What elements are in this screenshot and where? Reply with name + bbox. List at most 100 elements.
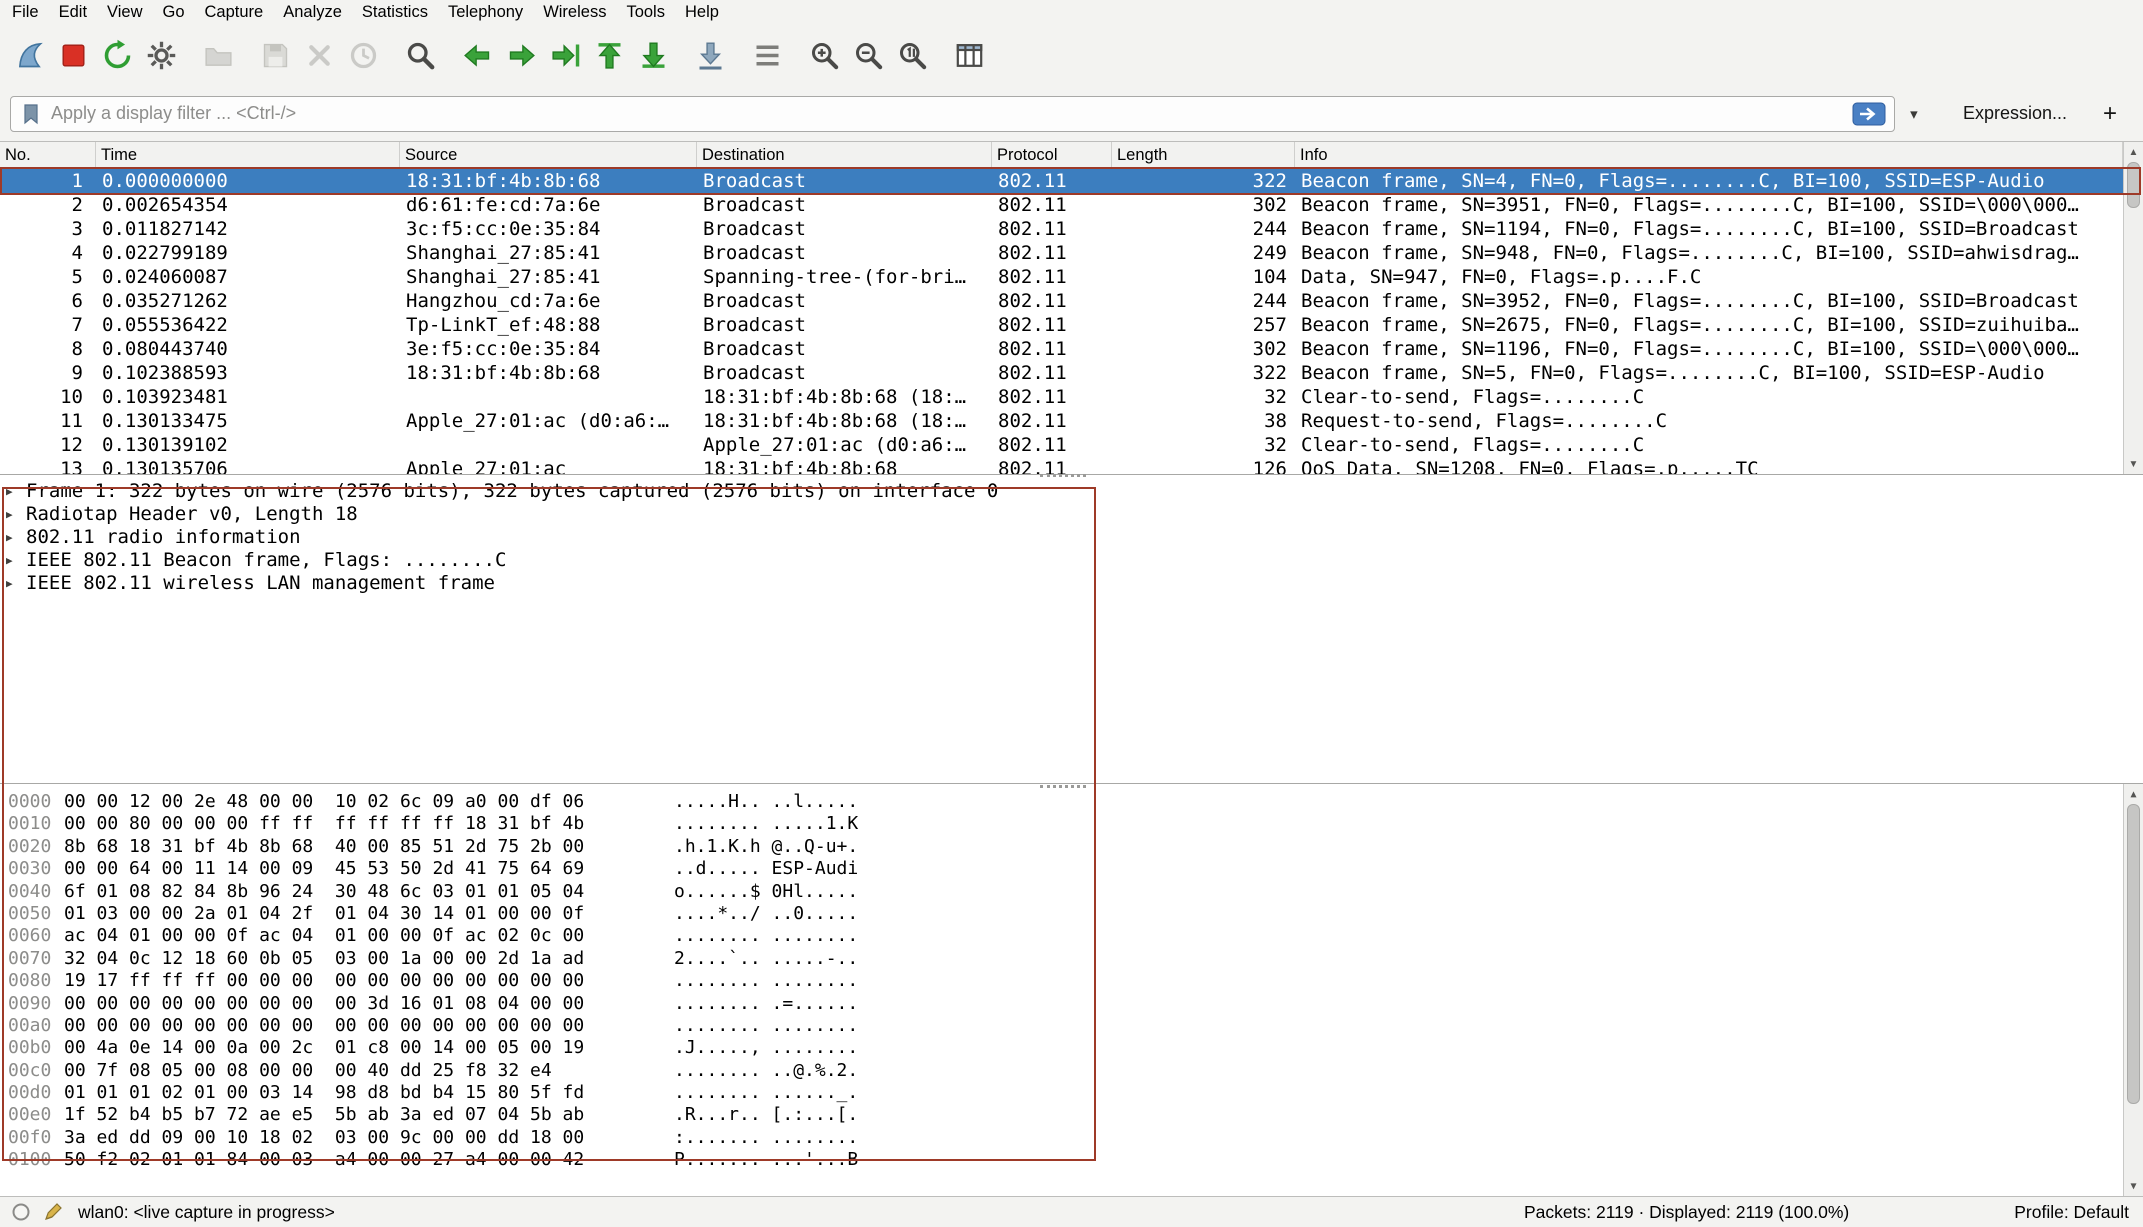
packet-row-2[interactable]: 20.002654354d6:61:fe:cd:7a:6eBroadcast80…	[0, 193, 2123, 217]
expand-triangle-icon[interactable]: ▶	[6, 526, 26, 549]
packet-bytes-scrollbar[interactable]: ▲ ▼	[2123, 784, 2143, 1196]
zoom-out-button[interactable]	[847, 34, 889, 76]
packet-row-1[interactable]: 10.00000000018:31:bf:4b:8b:68Broadcast80…	[0, 169, 2123, 193]
column-header-time[interactable]: Time	[96, 142, 400, 168]
column-header-no[interactable]: No.	[0, 142, 96, 168]
column-header-protocol[interactable]: Protocol	[992, 142, 1112, 168]
hex-row-0040[interactable]: 00406f 01 08 82 84 8b 96 24 30 48 6c 03 …	[0, 881, 2143, 903]
expand-triangle-icon[interactable]: ▶	[6, 572, 26, 595]
go-last-button[interactable]	[632, 34, 674, 76]
hex-row-0080[interactable]: 008019 17 ff ff ff 00 00 00 00 00 00 00 …	[0, 970, 2143, 992]
hex-row-0070[interactable]: 007032 04 0c 12 18 60 0b 05 03 00 1a 00 …	[0, 948, 2143, 970]
scrollbar-thumb[interactable]	[2127, 804, 2140, 1104]
menu-file[interactable]: File	[2, 1, 49, 24]
zoom-original-button[interactable]	[891, 34, 933, 76]
packet-row-10[interactable]: 100.10392348118:31:bf:4b:8b:68 (18:…802.…	[0, 385, 2123, 409]
menu-go[interactable]: Go	[153, 1, 195, 24]
menu-view[interactable]: View	[97, 1, 152, 24]
hex-row-00f0[interactable]: 00f03a ed dd 09 00 10 18 02 03 00 9c 00 …	[0, 1127, 2143, 1149]
hex-row-00b0[interactable]: 00b000 4a 0e 14 00 0a 00 2c 01 c8 00 14 …	[0, 1037, 2143, 1059]
expert-info-icon[interactable]	[10, 1201, 32, 1223]
hex-row-0000[interactable]: 000000 00 12 00 2e 48 00 00 10 02 6c 09 …	[0, 791, 2143, 813]
packet-list-scrollbar[interactable]: ▲ ▼	[2123, 142, 2143, 474]
packet-row-6[interactable]: 60.035271262Hangzhou_cd:7a:6eBroadcast80…	[0, 289, 2123, 313]
start-capture-button[interactable]	[8, 34, 50, 76]
packet-row-5[interactable]: 50.024060087Shanghai_27:85:41Spanning-tr…	[0, 265, 2123, 289]
profile-selector[interactable]: Profile: Default	[2014, 1202, 2129, 1223]
hex-row-0020[interactable]: 00208b 68 18 31 bf 4b 8b 68 40 00 85 51 …	[0, 836, 2143, 858]
hex-row-0030[interactable]: 003000 00 64 00 11 14 00 09 45 53 50 2d …	[0, 858, 2143, 880]
find-packet-button[interactable]	[399, 34, 441, 76]
packet-row-9[interactable]: 90.10238859318:31:bf:4b:8b:68Broadcast80…	[0, 361, 2123, 385]
packet-list-body: 10.00000000018:31:bf:4b:8b:68Broadcast80…	[0, 169, 2123, 474]
packet-row-12[interactable]: 120.130139102Apple_27:01:ac (d0:a6:…802.…	[0, 433, 2123, 457]
expand-triangle-icon[interactable]: ▶	[6, 503, 26, 526]
capture-options-button[interactable]	[140, 34, 182, 76]
save-file-button	[254, 34, 296, 76]
packet-detail-line[interactable]: ▶IEEE 802.11 Beacon frame, Flags: ......…	[0, 549, 2143, 572]
packet-detail-line[interactable]: ▶IEEE 802.11 wireless LAN management fra…	[0, 572, 2143, 595]
resize-columns-button[interactable]	[948, 34, 990, 76]
go-forward-button[interactable]	[500, 34, 542, 76]
go-back-button[interactable]	[456, 34, 498, 76]
pane-splitter-handle[interactable]	[1040, 474, 1086, 477]
zoom-in-button[interactable]	[803, 34, 845, 76]
stop-capture-button[interactable]	[52, 34, 94, 76]
packet-row-8[interactable]: 80.0804437403e:f5:cc:0e:35:84Broadcast80…	[0, 337, 2123, 361]
hex-row-0100[interactable]: 010050 f2 02 01 01 84 00 03 a4 00 00 27 …	[0, 1149, 2143, 1171]
hex-row-00d0[interactable]: 00d001 01 01 02 01 00 03 14 98 d8 bd b4 …	[0, 1082, 2143, 1104]
column-header-info[interactable]: Info	[1295, 142, 2123, 168]
scrollbar-up-icon[interactable]: ▲	[2124, 143, 2143, 161]
display-filter-input[interactable]	[51, 103, 1852, 124]
colorize-button[interactable]	[746, 34, 788, 76]
hex-row-0090[interactable]: 009000 00 00 00 00 00 00 00 00 3d 16 01 …	[0, 993, 2143, 1015]
filter-bookmark-icon[interactable]	[19, 102, 43, 126]
hex-row-0060[interactable]: 0060ac 04 01 00 00 0f ac 04 01 00 00 0f …	[0, 925, 2143, 947]
hex-row-0050[interactable]: 005001 03 00 00 2a 01 04 2f 01 04 30 14 …	[0, 903, 2143, 925]
scrollbar-down-icon[interactable]: ▼	[2124, 1177, 2143, 1195]
hex-row-0010[interactable]: 001000 00 80 00 00 00 ff ff ff ff ff ff …	[0, 813, 2143, 835]
capture-comment-icon[interactable]	[42, 1201, 64, 1223]
packet-row-7[interactable]: 70.055536422Tp-LinkT_ef:48:88Broadcast80…	[0, 313, 2123, 337]
packet-row-11[interactable]: 110.130133475Apple_27:01:ac (d0:a6:…18:3…	[0, 409, 2123, 433]
packet-detail-line[interactable]: ▶Radiotap Header v0, Length 18	[0, 503, 2143, 526]
go-to-packet-button[interactable]	[544, 34, 586, 76]
restart-capture-button[interactable]	[96, 34, 138, 76]
expand-triangle-icon[interactable]: ▶	[6, 480, 26, 503]
auto-scroll-button[interactable]	[689, 34, 731, 76]
column-header-length[interactable]: Length	[1112, 142, 1295, 168]
menu-help[interactable]: Help	[675, 1, 729, 24]
menu-tools[interactable]: Tools	[616, 1, 675, 24]
packet-detail-line[interactable]: ▶802.11 radio information	[0, 526, 2143, 549]
pane-splitter-handle[interactable]	[1040, 785, 1086, 788]
scrollbar-thumb[interactable]	[2127, 162, 2140, 208]
column-header-source[interactable]: Source	[400, 142, 697, 168]
hex-row-00c0[interactable]: 00c000 7f 08 05 00 08 00 00 00 40 dd 25 …	[0, 1060, 2143, 1082]
packet-cell-source: 3c:f5:cc:0e:35:84	[400, 217, 697, 241]
auto-scroll-icon	[694, 39, 727, 72]
scrollbar-up-icon[interactable]: ▲	[2124, 785, 2143, 803]
expand-triangle-icon[interactable]: ▶	[6, 549, 26, 572]
column-header-destination[interactable]: Destination	[697, 142, 992, 168]
filter-dropdown-button[interactable]: ▾	[1899, 96, 1929, 132]
packet-row-3[interactable]: 30.0118271423c:f5:cc:0e:35:84Broadcast80…	[0, 217, 2123, 241]
menu-edit[interactable]: Edit	[49, 1, 97, 24]
packet-row-13[interactable]: 130.130135706Apple_27:01:ac18:31:bf:4b:8…	[0, 457, 2123, 474]
go-first-button[interactable]	[588, 34, 630, 76]
menu-telephony[interactable]: Telephony	[438, 1, 533, 24]
add-filter-button[interactable]: +	[2087, 100, 2133, 128]
packet-detail-line[interactable]: ▶Frame 1: 322 bytes on wire (2576 bits),…	[0, 480, 2143, 503]
menu-analyze[interactable]: Analyze	[273, 1, 352, 24]
hex-ascii: ....*../ ..0.....	[674, 903, 858, 925]
hex-row-00a0[interactable]: 00a000 00 00 00 00 00 00 00 00 00 00 00 …	[0, 1015, 2143, 1037]
scrollbar-down-icon[interactable]: ▼	[2124, 455, 2143, 473]
menu-wireless[interactable]: Wireless	[533, 1, 616, 24]
menu-capture[interactable]: Capture	[195, 1, 274, 24]
display-filter-field[interactable]	[10, 96, 1895, 132]
expression-button[interactable]: Expression...	[1943, 103, 2087, 124]
menu-statistics[interactable]: Statistics	[352, 1, 438, 24]
apply-filter-button[interactable]	[1852, 102, 1886, 126]
packet-row-4[interactable]: 40.022799189Shanghai_27:85:41Broadcast80…	[0, 241, 2123, 265]
hex-offset: 0020	[8, 836, 54, 858]
hex-row-00e0[interactable]: 00e01f 52 b4 b5 b7 72 ae e5 5b ab 3a ed …	[0, 1104, 2143, 1126]
